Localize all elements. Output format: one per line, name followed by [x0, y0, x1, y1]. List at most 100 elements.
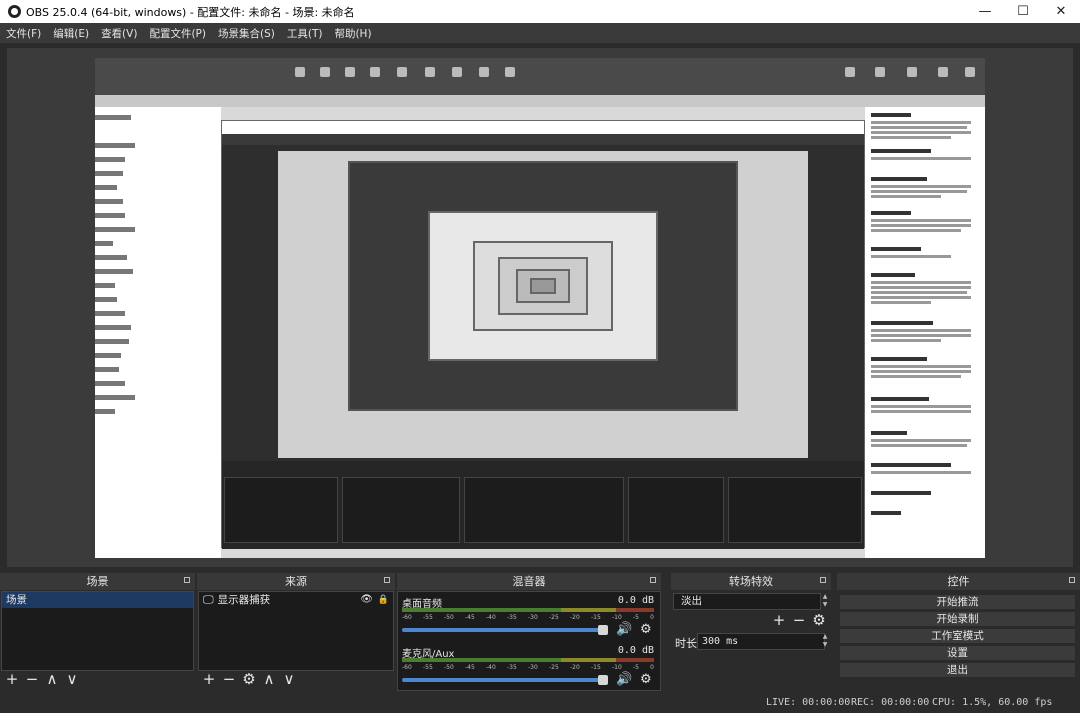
tick-label: -10	[612, 664, 622, 671]
volume-slider[interactable]	[402, 628, 606, 632]
undock-icon[interactable]	[184, 577, 190, 583]
undock-icon[interactable]	[384, 577, 390, 583]
move-scene-up-button[interactable]: ∧	[44, 672, 60, 687]
menu-profile[interactable]: 配置文件(P)	[143, 26, 212, 41]
transition-select[interactable]: 淡出	[673, 593, 821, 610]
gear-icon[interactable]: ⚙	[640, 622, 652, 637]
tick-label: -35	[507, 614, 517, 621]
studio-mode-button[interactable]: 工作室模式	[839, 628, 1076, 644]
mixer-channel-db: 0.0 dB	[617, 595, 654, 606]
maximize-button[interactable]: ☐	[1004, 0, 1042, 23]
tick-label: -5	[633, 664, 639, 671]
mixer-dock-header: 混音器	[397, 573, 661, 590]
move-source-up-button[interactable]: ∧	[261, 672, 277, 687]
transitions-dock: 转场特效 淡出 ▲ ▼ + − ⚙ 时长 300 ms ▲ ▼	[671, 573, 831, 691]
meter-ticks: -60 -55 -50 -45 -40 -35 -30 -25 -20 -15 …	[402, 614, 654, 621]
tick-label: -55	[423, 664, 433, 671]
menu-edit[interactable]: 编辑(E)	[47, 26, 95, 41]
tick-label: -55	[423, 614, 433, 621]
spinner-arrows-icon[interactable]: ▲ ▼	[821, 633, 829, 650]
tick-label: 0	[650, 614, 654, 621]
exit-button[interactable]: 退出	[839, 662, 1076, 678]
tick-label: -45	[465, 664, 475, 671]
volume-icon[interactable]: 🔊	[616, 622, 632, 637]
tick-label: -60	[402, 614, 412, 621]
obs-logo-icon	[8, 5, 21, 18]
scenes-dock-title: 场景	[86, 575, 109, 588]
remove-source-button[interactable]: −	[221, 672, 237, 687]
sources-dock: 来源 🖵 显示器捕获 👁 🔒 + − ⚙ ∧ ∨	[197, 573, 395, 691]
menu-file[interactable]: 文件(F)	[0, 26, 47, 41]
dock-area: 场景 场景 + − ∧ ∨ 来源 🖵 显示器捕获 👁 🔒 + − ⚙ ∧ ∨ 混…	[0, 573, 1080, 691]
volume-slider-handle[interactable]	[598, 625, 608, 635]
eye-icon[interactable]: 👁	[360, 592, 373, 608]
add-scene-button[interactable]: +	[4, 672, 20, 687]
captured-right-document	[865, 107, 985, 558]
captured-tabs	[95, 95, 985, 107]
scenes-list[interactable]: 场景	[1, 591, 194, 671]
move-scene-down-button[interactable]: ∨	[64, 672, 80, 687]
volume-meter	[402, 658, 654, 662]
undock-icon[interactable]	[820, 577, 826, 583]
gear-icon[interactable]: ⚙	[640, 672, 652, 687]
tick-label: 0	[650, 664, 654, 671]
volume-slider[interactable]	[402, 678, 606, 682]
captured-left-document	[95, 107, 221, 558]
move-source-down-button[interactable]: ∨	[281, 672, 297, 687]
transition-properties-gear-icon[interactable]: ⚙	[811, 613, 827, 628]
status-bar: LIVE: 00:00:00 REC: 00:00:00 CPU: 1.5%, …	[0, 691, 1080, 713]
preview-area[interactable]	[0, 43, 1080, 573]
tick-label: -20	[570, 614, 580, 621]
rec-status: REC: 00:00:00	[851, 697, 930, 708]
volume-icon[interactable]: 🔊	[616, 672, 632, 687]
preview-canvas[interactable]	[7, 48, 1073, 567]
minimize-button[interactable]: —	[966, 0, 1004, 23]
start-recording-button[interactable]: 开始录制	[839, 611, 1076, 627]
remove-scene-button[interactable]: −	[24, 672, 40, 687]
volume-meter	[402, 608, 654, 612]
volume-slider-handle[interactable]	[598, 675, 608, 685]
menu-scene-collection[interactable]: 场景集合(S)	[212, 26, 281, 41]
controls-dock-header: 控件	[837, 573, 1080, 590]
tick-label: -60	[402, 664, 412, 671]
menu-bar: 文件(F) 编辑(E) 查看(V) 配置文件(P) 场景集合(S) 工具(T) …	[0, 23, 1080, 43]
scenes-dock-header: 场景	[0, 573, 195, 590]
tick-label: -25	[549, 614, 559, 621]
tick-label: -30	[528, 664, 538, 671]
tick-label: -30	[528, 614, 538, 621]
nested-obs-window	[221, 120, 865, 549]
menu-tools[interactable]: 工具(T)	[281, 26, 329, 41]
scenes-dock: 场景 场景 + − ∧ ∨	[0, 573, 195, 691]
captured-toolbar	[95, 58, 985, 95]
tick-label: -15	[591, 664, 601, 671]
controls-dock: 控件 开始推流 开始录制 工作室模式 设置 退出	[837, 573, 1080, 691]
close-button[interactable]: ✕	[1042, 0, 1080, 23]
sources-list[interactable]: 🖵 显示器捕获 👁 🔒	[198, 591, 394, 671]
sources-toolbar: + − ⚙ ∧ ∨	[201, 672, 297, 687]
controls-dock-title: 控件	[947, 575, 970, 588]
undock-icon[interactable]	[1069, 577, 1075, 583]
add-transition-button[interactable]: +	[771, 613, 787, 628]
remove-transition-button[interactable]: −	[791, 613, 807, 628]
sources-dock-header: 来源	[197, 573, 395, 590]
source-properties-gear-icon[interactable]: ⚙	[241, 672, 257, 687]
mixer-channel-mic: 麦克风/Aux 0.0 dB -60 -55 -50 -45 -40 -35 -…	[400, 645, 658, 693]
duration-label: 时长	[675, 637, 697, 650]
meter-ticks: -60 -55 -50 -45 -40 -35 -30 -25 -20 -15 …	[402, 664, 654, 671]
tick-label: -50	[444, 664, 454, 671]
tick-label: -45	[465, 614, 475, 621]
source-item[interactable]: 🖵 显示器捕获 👁 🔒	[199, 592, 393, 608]
settings-button[interactable]: 设置	[839, 645, 1076, 661]
scene-item[interactable]: 场景	[2, 592, 193, 608]
start-streaming-button[interactable]: 开始推流	[839, 594, 1076, 610]
undock-icon[interactable]	[650, 577, 656, 583]
duration-input[interactable]: 300 ms	[697, 633, 825, 650]
spinner-arrows-icon[interactable]: ▲ ▼	[821, 593, 829, 610]
menu-view[interactable]: 查看(V)	[95, 26, 143, 41]
menu-help[interactable]: 帮助(H)	[328, 26, 377, 41]
add-source-button[interactable]: +	[201, 672, 217, 687]
tick-label: -15	[591, 614, 601, 621]
transitions-toolbar: + − ⚙	[771, 613, 827, 628]
lock-icon[interactable]: 🔒	[378, 592, 389, 608]
scenes-toolbar: + − ∧ ∨	[4, 672, 80, 687]
